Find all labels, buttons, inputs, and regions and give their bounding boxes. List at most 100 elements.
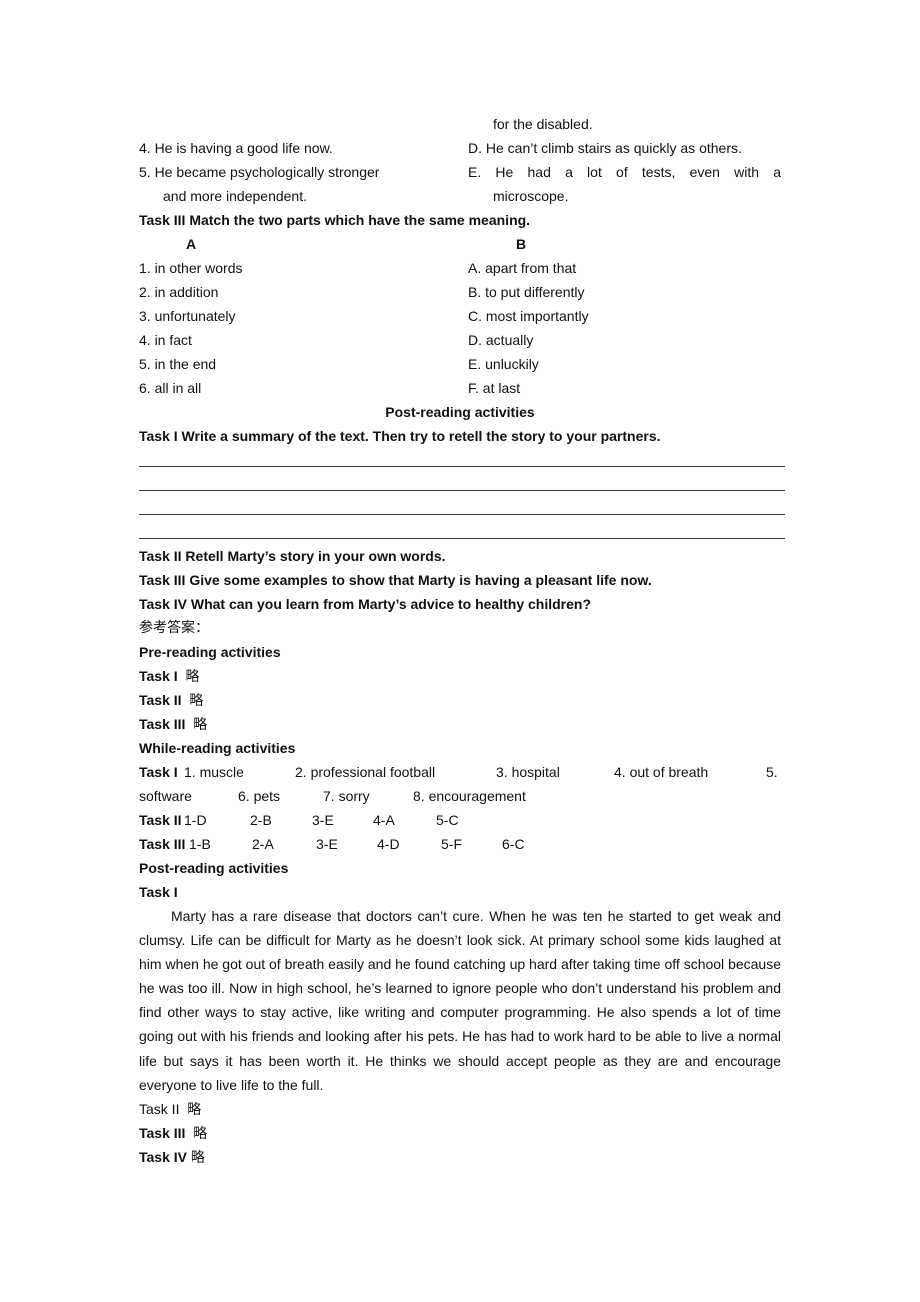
post-task1-prompt: Task I Write a summary of the text. Then…: [139, 428, 661, 444]
answer-item: 5-F: [441, 836, 462, 852]
answer-item: 3-E: [312, 812, 334, 828]
answer-item: 1. muscle: [184, 764, 244, 780]
match-statement-continuation: and more independent.: [163, 188, 307, 204]
answer-item: 1-B: [189, 836, 211, 852]
answer-item: 1-D: [184, 812, 207, 828]
answer-label: Task II: [139, 1100, 180, 1117]
match-row: 5. He became psychologically stronger E.…: [139, 160, 781, 184]
match-row: and more independent. microscope.: [139, 184, 781, 208]
match-row: 2. in addition B. to put differently: [139, 280, 781, 304]
post-task4-prompt: Task IV What can you learn from Marty’s …: [139, 596, 592, 612]
match-option-continuation: microscope.: [493, 188, 569, 204]
blank-answer-line[interactable]: [139, 520, 785, 544]
match-option: D. He can’t climb stairs as quickly as o…: [468, 140, 742, 156]
blank-answer-line[interactable]: [139, 448, 785, 472]
post-reading-heading: Post-reading activities: [385, 404, 535, 420]
answer-label: Task III: [139, 1124, 186, 1141]
match-item-b: C. most importantly: [468, 308, 589, 324]
task3-heading: Task III Match the two parts which have …: [139, 212, 531, 228]
answer-label: Task III: [139, 716, 186, 732]
answer-label: Task I: [139, 668, 178, 684]
answer-while-task2: Task II 1-D 2-B 3-E 4-A 5-C: [139, 808, 781, 832]
answer-item: 5.: [766, 764, 778, 780]
match-row: 5. in the end E. unluckily: [139, 352, 781, 376]
match-item-b: F. at last: [468, 380, 521, 396]
answer-item: 3. hospital: [496, 764, 560, 780]
answer-post-task2: Task II 略: [139, 1097, 781, 1121]
summary-paragraph: Marty has a rare disease that doctors ca…: [139, 908, 781, 1093]
match-statement: 4. He is having a good life now.: [139, 140, 333, 156]
document-page: for the disabled. 4. He is having a good…: [139, 112, 785, 1169]
answer-key-heading: 参考答案：: [139, 620, 209, 636]
word: a: [773, 164, 781, 180]
answers-pre-reading-heading: Pre-reading activities: [139, 644, 281, 660]
answer-label: Task III: [139, 836, 186, 852]
match-item-b: B. to put differently: [468, 284, 585, 300]
answer-item: 2-B: [250, 812, 272, 828]
match-statement: 5. He became psychologically stronger: [139, 164, 380, 180]
answer-post-task1-label: Task I: [139, 884, 178, 900]
word: with: [734, 164, 760, 180]
answer-label: Task IV: [139, 1148, 187, 1165]
answer-label: Task I: [139, 764, 178, 780]
answer-while-task1-line1: Task I 1. muscle 2. professional footbal…: [139, 760, 781, 784]
match-item-a: 3. unfortunately: [139, 308, 236, 324]
word: lot: [587, 164, 602, 180]
match-row: 4. in fact D. actually: [139, 328, 781, 352]
summary-answer-lines: [139, 448, 785, 544]
answer-value: 略: [190, 1149, 205, 1166]
answer-item: software: [139, 788, 192, 804]
answer-pre-task1: Task I 略: [139, 664, 781, 688]
answer-pre-task2: Task II 略: [139, 688, 781, 712]
answer-value: 略: [193, 717, 208, 733]
word: had: [527, 164, 551, 180]
match-item-b: D. actually: [468, 332, 534, 348]
match-item-a: 2. in addition: [139, 284, 219, 300]
answer-value: 略: [187, 1101, 202, 1118]
answer-value: 略: [193, 1125, 208, 1142]
blank-answer-line[interactable]: [139, 496, 785, 520]
answers-post-reading-heading: Post-reading activities: [139, 860, 289, 876]
answer-item: 8. encouragement: [413, 788, 526, 804]
answer-while-task1-line2: software 6. pets 7. sorry 8. encourageme…: [139, 784, 781, 808]
answer-item: 4-A: [373, 812, 395, 828]
column-headers: A B: [139, 232, 781, 256]
match-option-continuation: for the disabled.: [493, 116, 593, 132]
answer-item: 6. pets: [238, 788, 281, 804]
column-b-header: B: [516, 236, 527, 252]
answer-item: 2. professional football: [295, 764, 436, 780]
answer-item: 6-C: [502, 836, 525, 852]
answer-label: Task II: [139, 692, 182, 708]
answer-item: 2-A: [252, 836, 274, 852]
column-a-header: A: [186, 236, 197, 252]
answer-value: 略: [185, 669, 200, 685]
answer-value: 略: [189, 693, 204, 709]
answer-label: Task II: [139, 812, 182, 828]
answer-item: 4. out of breath: [614, 764, 709, 780]
blank-answer-line[interactable]: [139, 472, 785, 496]
answer-post-task4: Task IV 略: [139, 1145, 781, 1169]
answer-pre-task3: Task III 略: [139, 712, 781, 736]
match-item-a: 5. in the end: [139, 356, 217, 372]
word: of: [616, 164, 628, 180]
match-item-a: 4. in fact: [139, 332, 192, 348]
word: a: [565, 164, 573, 180]
match-row: 6. all in all F. at last: [139, 376, 781, 400]
word: even: [689, 164, 720, 180]
match-row: 4. He is having a good life now. D. He c…: [139, 136, 781, 160]
match-row: 1. in other words A. apart from that: [139, 256, 781, 280]
answer-post-task3: Task III 略: [139, 1121, 781, 1145]
match-row: 3. unfortunately C. most importantly: [139, 304, 781, 328]
match-item-b: E. unluckily: [468, 356, 539, 372]
task3-match-list: 1. in other words A. apart from that 2. in…: [139, 256, 781, 400]
match-item-a: 6. all in all: [139, 380, 202, 396]
answer-while-task3: Task III 1-B 2-A 3-E 4-D 5-F 6-C: [139, 832, 781, 856]
match-item-b: A. apart from that: [468, 260, 577, 276]
post-task3-prompt: Task III Give some examples to show that…: [139, 572, 652, 588]
word: E.: [468, 164, 482, 180]
post-task2-prompt: Task II Retell Marty’s story in your own…: [139, 548, 446, 564]
match-item-a: 1. in other words: [139, 260, 243, 276]
match-option: E. He had a lot of tests, even with a: [468, 160, 781, 184]
answer-item: 7. sorry: [323, 788, 370, 804]
word: tests,: [641, 164, 676, 180]
